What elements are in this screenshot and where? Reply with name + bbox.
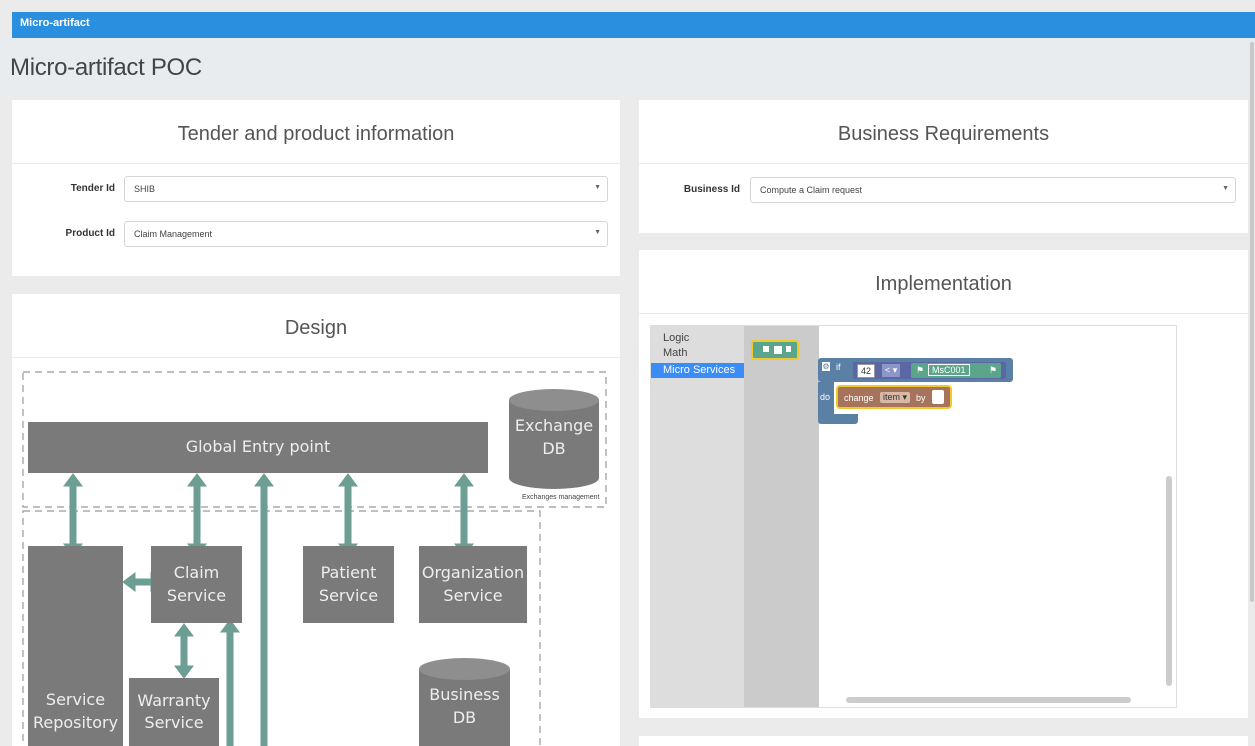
toolbox-item-micro-services[interactable]: Micro Services xyxy=(651,363,744,378)
blockly-flyout xyxy=(744,326,819,707)
change-block[interactable]: change item ▾ by xyxy=(836,385,952,409)
business-panel: Business Requirements Business Id Comput… xyxy=(639,100,1248,233)
variable-dropdown[interactable]: item ▾ xyxy=(880,392,911,403)
number-field[interactable]: 42 xyxy=(857,364,876,378)
by-keyword: by xyxy=(916,393,926,403)
change-keyword: change xyxy=(844,393,874,403)
tender-id-value: SHIB xyxy=(134,184,156,194)
service-id-field[interactable]: MsC001 xyxy=(928,364,970,376)
chevron-down-icon: ▼ xyxy=(1222,185,1229,192)
tender-panel-title: Tender and product information xyxy=(177,123,455,145)
blockly-workspace[interactable]: Logic Math Micro Services ⚙ if 42 < ▾ ⚑ … xyxy=(650,325,1177,708)
gear-icon[interactable]: ⚙ xyxy=(822,362,830,371)
tender-id-label: Tender Id xyxy=(70,183,115,194)
blockly-toolbox: Logic Math Micro Services xyxy=(651,326,744,707)
chevron-down-icon: ▼ xyxy=(594,184,601,191)
business-db-line2: DB xyxy=(452,708,477,728)
next-panel-edge xyxy=(639,736,1248,746)
do-keyword: do xyxy=(820,392,831,402)
if-block[interactable]: ⚙ if 42 < ▾ ⚑ MsC001 ⚑ do change item ▾ … xyxy=(818,358,1014,424)
flyout-service-block[interactable] xyxy=(751,340,799,360)
empty-value-slot[interactable] xyxy=(932,390,944,404)
product-id-select[interactable]: Claim Management ▼ xyxy=(124,221,608,247)
exchanges-management-note: Exchanges management xyxy=(522,494,600,501)
operator-dropdown[interactable]: < ▾ xyxy=(882,364,901,377)
exchange-db-line1: Exchange xyxy=(514,416,594,435)
service-block-icon xyxy=(763,346,791,354)
architecture-diagram: Global Entry point Exchange DB Exchanges … xyxy=(12,294,632,746)
exchange-db-cylinder: Exchange DB xyxy=(509,389,599,489)
horizontal-scrollbar[interactable] xyxy=(846,697,1131,703)
product-id-value: Claim Management xyxy=(134,229,213,239)
service-repository-box: Service Repository xyxy=(28,546,123,746)
top-nav-bar: Micro-artifact xyxy=(12,12,1255,38)
patient-service-box: Patient Service xyxy=(303,546,394,623)
flag-icon: ⚑ xyxy=(916,365,925,375)
vertical-scrollbar[interactable] xyxy=(1166,476,1172,686)
brand-link[interactable]: Micro-artifact xyxy=(20,17,90,29)
chevron-down-icon: ▼ xyxy=(594,229,601,236)
compare-block[interactable]: 42 < ▾ ⚑ MsC001 ⚑ xyxy=(853,362,1006,379)
toolbox-item-logic[interactable]: Logic xyxy=(651,331,744,346)
claim-service-box: Claim Service xyxy=(151,546,242,623)
page-header: Micro-artifact POC xyxy=(0,38,1255,98)
business-id-label: Business Id xyxy=(683,184,740,195)
design-panel: Design Global Entry point Exchange DB Ex… xyxy=(12,294,620,746)
product-id-label: Product Id xyxy=(65,228,115,239)
global-entry-point-box: Global Entry point xyxy=(28,422,488,473)
business-id-select[interactable]: Compute a Claim request ▼ xyxy=(750,177,1236,203)
toolbox-item-math[interactable]: Math xyxy=(651,346,744,361)
page-scrollbar[interactable] xyxy=(1250,42,1254,602)
business-id-value: Compute a Claim request xyxy=(760,185,863,195)
page-title: Micro-artifact POC xyxy=(10,54,202,81)
implementation-panel-title: Implementation xyxy=(875,273,1012,295)
business-db-line1: Business xyxy=(429,685,500,704)
warranty-service-box: Warranty Service xyxy=(129,678,219,746)
exchange-db-line2: DB xyxy=(542,439,566,459)
flag-icon: ⚑ xyxy=(989,365,998,375)
tender-panel: Tender and product information Tender Id… xyxy=(12,100,620,276)
if-keyword: if xyxy=(836,362,841,372)
tender-id-select[interactable]: SHIB ▼ xyxy=(124,176,608,202)
organization-service-box: Organization Service xyxy=(419,546,527,623)
service-value-block[interactable]: ⚑ MsC001 ⚑ xyxy=(911,363,1001,378)
business-panel-title: Business Requirements xyxy=(837,123,1050,145)
business-db-cylinder: Business DB xyxy=(419,658,510,746)
